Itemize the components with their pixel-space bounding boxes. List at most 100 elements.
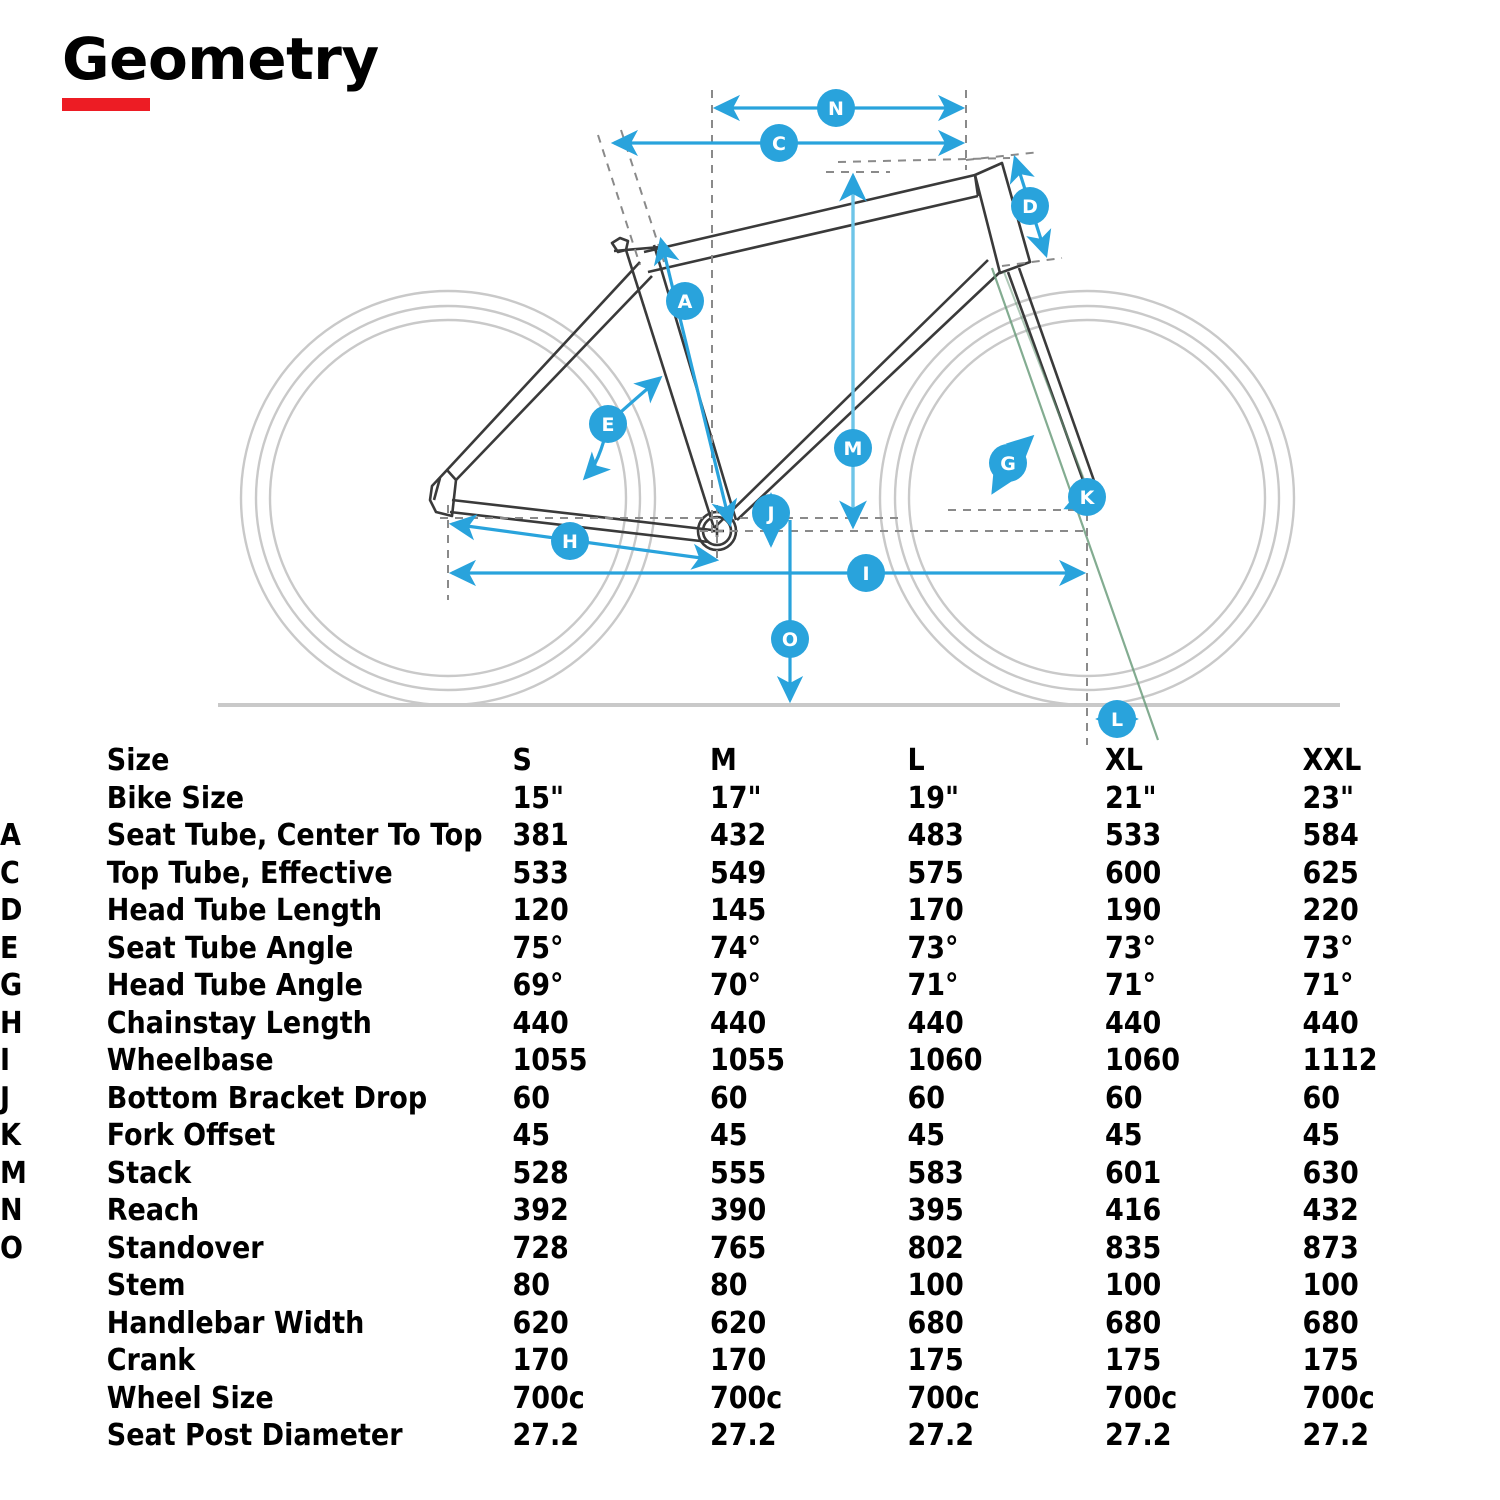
row-value: 765 bbox=[709, 1230, 767, 1266]
callout-badge-letter: E bbox=[602, 414, 615, 436]
callout-badge-letter: D bbox=[1022, 196, 1038, 218]
row-value: 432 bbox=[709, 818, 767, 853]
table-row: N Reach 392 390 395 416 432 bbox=[0, 1192, 1500, 1230]
callout-badge-letter: K bbox=[1080, 487, 1096, 509]
row-value: 802 bbox=[907, 1230, 964, 1266]
row-value: 45 bbox=[709, 1118, 748, 1153]
row-value: 70° bbox=[709, 968, 761, 1003]
row-value: 60 bbox=[907, 1080, 945, 1116]
row-value: 190 bbox=[1104, 893, 1162, 928]
row-value: 432 bbox=[1302, 1193, 1359, 1228]
row-key bbox=[0, 1267, 107, 1305]
callout-bottom-bracket-drop: J bbox=[752, 494, 790, 532]
row-value: 45 bbox=[512, 1118, 550, 1153]
row-label: Reach bbox=[106, 1193, 200, 1228]
construction-lines bbox=[440, 90, 1090, 745]
row-value: 1060 bbox=[1104, 1043, 1181, 1078]
row-value: 60 bbox=[512, 1080, 550, 1116]
row-value: 680 bbox=[1104, 1305, 1162, 1341]
row-key bbox=[0, 780, 107, 818]
column-header-xl: XL bbox=[1104, 743, 1143, 778]
row-value: 533 bbox=[1104, 818, 1162, 853]
row-value: 680 bbox=[907, 1305, 964, 1341]
row-value: 416 bbox=[1104, 1193, 1162, 1228]
row-label: Bottom Bracket Drop bbox=[106, 1080, 428, 1116]
table-row: G Head Tube Angle 69° 70° 71° 71° 71° bbox=[0, 967, 1500, 1005]
row-value: 700c bbox=[512, 1380, 585, 1416]
row-key: G bbox=[0, 968, 23, 1003]
row-value: 835 bbox=[1104, 1230, 1162, 1266]
callout-badge-letter: L bbox=[1111, 709, 1123, 731]
row-value: 27.2 bbox=[709, 1418, 777, 1453]
row-value: 45 bbox=[907, 1118, 945, 1153]
row-value: 630 bbox=[1302, 1155, 1359, 1191]
row-label: Seat Post Diameter bbox=[106, 1418, 403, 1453]
row-key: O bbox=[0, 1230, 23, 1266]
row-value: 483 bbox=[907, 818, 964, 853]
row-value: 60 bbox=[709, 1080, 748, 1116]
row-label: Crank bbox=[106, 1343, 196, 1378]
row-value: 440 bbox=[1104, 1005, 1162, 1041]
table-header-row: Size S M L XL XXL bbox=[0, 742, 1500, 780]
row-key bbox=[0, 1342, 107, 1380]
row-value: 381 bbox=[512, 818, 569, 853]
table-row: M Stack 528 555 583 601 630 bbox=[0, 1155, 1500, 1193]
row-value: 60 bbox=[1302, 1080, 1340, 1116]
table-row: J Bottom Bracket Drop 60 60 60 60 60 bbox=[0, 1080, 1500, 1118]
size-row-label: Size bbox=[106, 743, 170, 778]
bike-geometry-diagram: N C D A E M G K J H I O L bbox=[0, 0, 1500, 760]
row-value: 700c bbox=[907, 1380, 980, 1416]
table-row: Stem 80 80 100 100 100 bbox=[0, 1267, 1500, 1305]
callout-badge-letter: C bbox=[772, 133, 786, 155]
geometry-page: Geometry N C D A E M G K J H I O L Size … bbox=[0, 0, 1500, 1500]
row-value: 440 bbox=[1302, 1005, 1359, 1041]
row-label: Head Tube Angle bbox=[106, 968, 363, 1003]
row-value: 175 bbox=[907, 1343, 964, 1378]
row-value: 728 bbox=[512, 1230, 569, 1266]
row-value: 390 bbox=[709, 1193, 767, 1228]
callout-reach: N bbox=[817, 89, 855, 127]
table-row: Bike Size 15" 17" 19" 21" 23" bbox=[0, 780, 1500, 818]
column-header-l: L bbox=[907, 743, 925, 778]
row-value: 528 bbox=[512, 1155, 569, 1191]
table-row: C Top Tube, Effective 533 549 575 600 625 bbox=[0, 855, 1500, 893]
row-value: 45 bbox=[1302, 1118, 1340, 1153]
table-row: Seat Post Diameter 27.2 27.2 27.2 27.2 27.2 bbox=[0, 1417, 1500, 1455]
row-value: 27.2 bbox=[907, 1418, 975, 1453]
row-value: 680 bbox=[1302, 1305, 1359, 1341]
row-value: 170 bbox=[709, 1343, 767, 1378]
row-value: 583 bbox=[907, 1155, 964, 1191]
table-row: Wheel Size 700c 700c 700c 700c 700c bbox=[0, 1380, 1500, 1418]
row-value: 120 bbox=[512, 893, 569, 928]
row-value: 100 bbox=[1104, 1268, 1162, 1303]
row-value: 21" bbox=[1104, 780, 1157, 816]
table-row: K Fork Offset 45 45 45 45 45 bbox=[0, 1117, 1500, 1155]
callout-badge-letter: N bbox=[828, 98, 844, 120]
row-value: 80 bbox=[709, 1268, 748, 1303]
row-value: 73° bbox=[1104, 930, 1156, 966]
row-value: 73° bbox=[907, 930, 959, 966]
row-label: Standover bbox=[106, 1230, 264, 1266]
row-value: 100 bbox=[907, 1268, 964, 1303]
geometry-table-body: Size S M L XL XXL Bike Size 15" 17" 19" 21" 23" A Sea… bbox=[0, 742, 1500, 1455]
row-value: 601 bbox=[1104, 1155, 1162, 1191]
row-value: 27.2 bbox=[1302, 1418, 1370, 1453]
row-value: 620 bbox=[512, 1305, 569, 1341]
row-value: 440 bbox=[512, 1005, 569, 1041]
row-value: 170 bbox=[512, 1343, 569, 1378]
callout-seat-tube-angle: E bbox=[589, 405, 627, 443]
callout-badge-letter: H bbox=[562, 531, 578, 553]
row-key bbox=[0, 1417, 107, 1455]
callout-head-tube-length: D bbox=[1011, 187, 1049, 225]
row-key: J bbox=[0, 1080, 11, 1116]
row-value: 100 bbox=[1302, 1268, 1359, 1303]
callout-badge-letter: M bbox=[844, 438, 863, 460]
row-value: 533 bbox=[512, 855, 569, 891]
row-label: Fork Offset bbox=[106, 1118, 276, 1153]
row-label: Top Tube, Effective bbox=[106, 855, 393, 891]
row-key: E bbox=[0, 930, 19, 966]
row-key bbox=[0, 1380, 107, 1418]
callout-badge-letter: J bbox=[765, 503, 774, 525]
bike-frame bbox=[428, 161, 1106, 552]
table-row: O Standover 728 765 802 835 873 bbox=[0, 1230, 1500, 1268]
